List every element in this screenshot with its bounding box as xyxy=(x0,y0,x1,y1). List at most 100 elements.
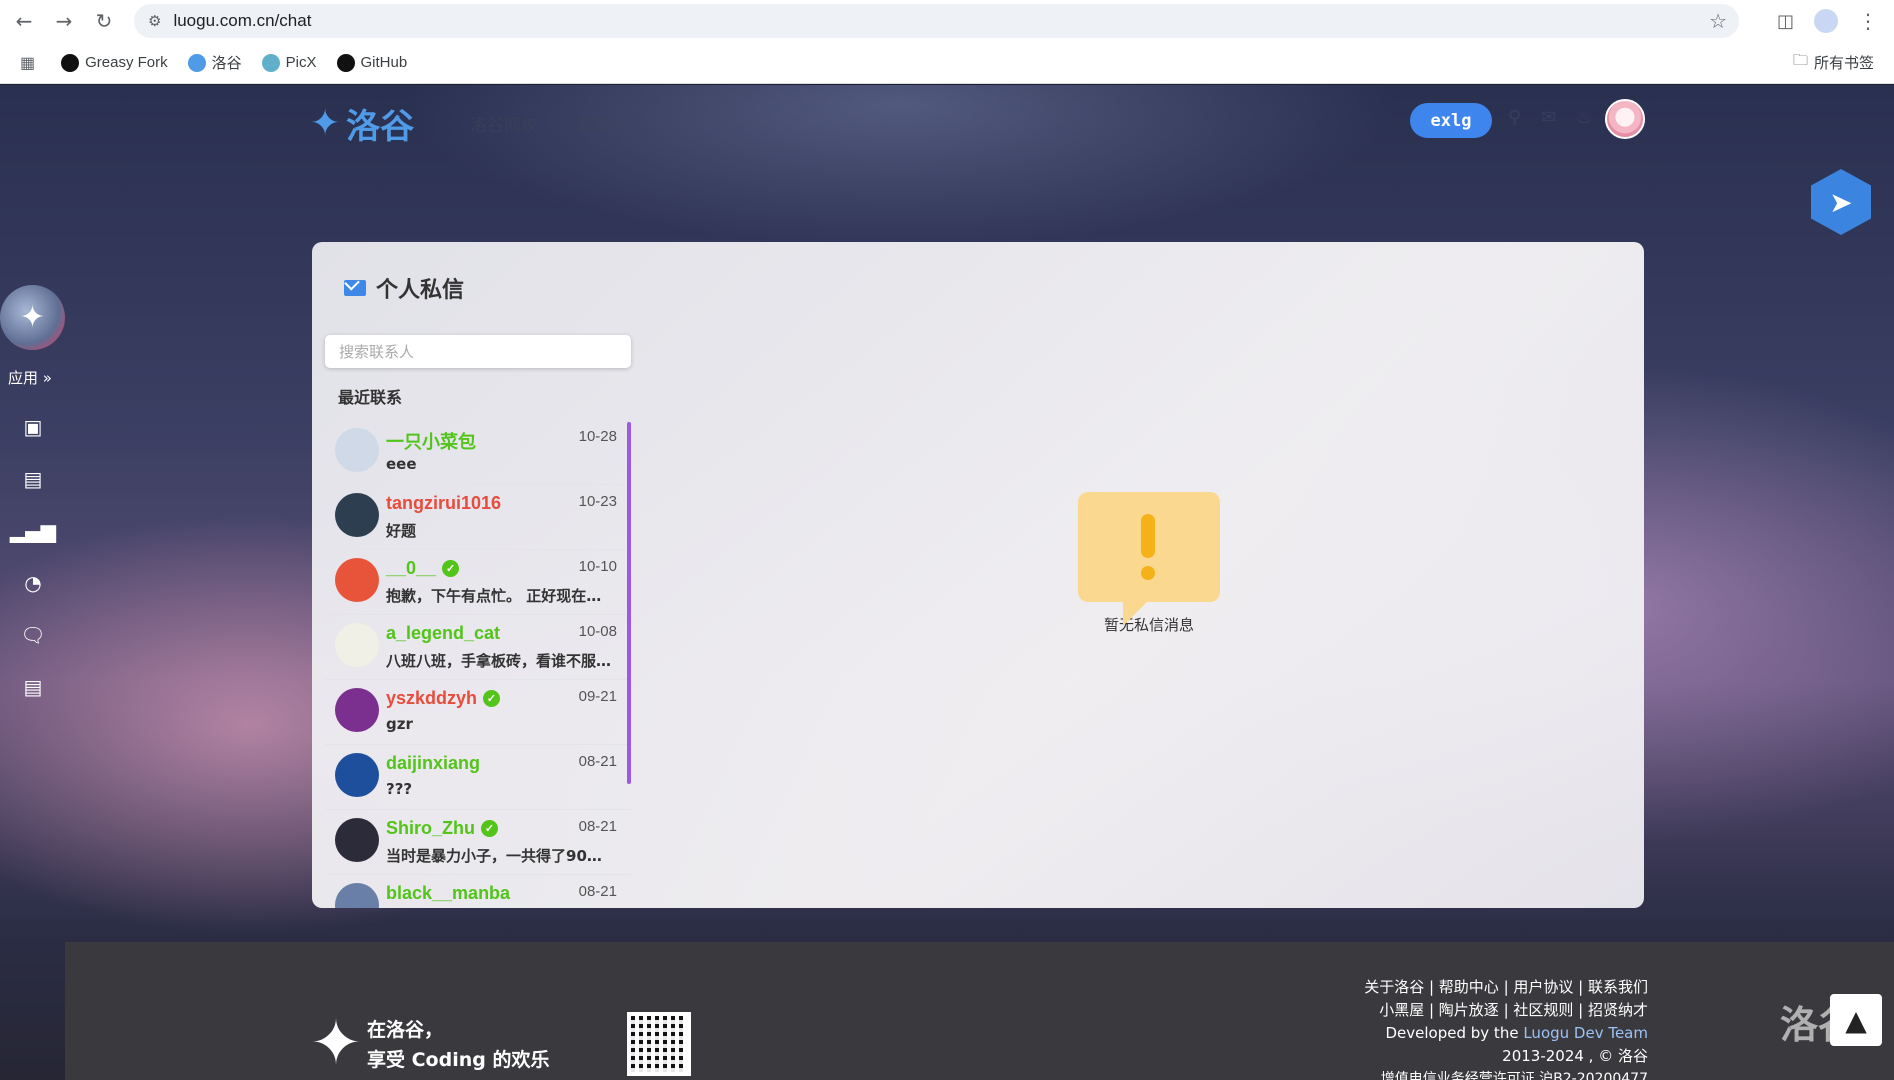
contact-item[interactable]: tangzirui1016 10-23 好题 xyxy=(325,485,631,550)
sidebar-logo[interactable]: ✦ xyxy=(0,285,65,350)
contact-name: 一只小菜包 xyxy=(386,432,476,452)
contact-avatar xyxy=(335,558,379,602)
bell-icon[interactable]: ♨ xyxy=(1576,107,1592,128)
folder-icon: 🗀 xyxy=(1792,52,1808,69)
contact-search-input[interactable] xyxy=(325,335,631,368)
contact-date: 08-21 xyxy=(578,753,617,770)
github-icon xyxy=(336,53,355,72)
bookmark-luogu[interactable]: 洛谷 xyxy=(187,52,242,73)
luogu-icon xyxy=(187,53,206,72)
sidebar-icons: ▣ ▤ ▂▄▆ ◔ 🗨 ▤ xyxy=(10,415,56,699)
newspaper-icon[interactable]: ▤ xyxy=(20,675,46,699)
contact-last-message: 当时是暴力小子，一共得了90分，我现在才学到 xyxy=(386,847,616,865)
contact-item[interactable]: Shiro_Zhu✓ 08-21 当时是暴力小子，一共得了90分，我现在才学到 xyxy=(325,810,631,875)
contact-name: Shiro_Zhu ✓ xyxy=(386,818,498,839)
contact-last-message: 抱歉，下午有点忙。 正好现在在机房。我已经调出来了，只需要增加一个数组判断是否遍… xyxy=(386,587,616,605)
contact-item[interactable]: __0__✓ 10-10 抱歉，下午有点忙。 正好现在在机房。我已经调出来了，只需要… xyxy=(325,550,631,615)
top-nav: ✦ 洛谷 洛谷网校 题目讨论 exlg ⚲ ✉ ♨ xyxy=(310,99,1645,147)
contact-date: 10-10 xyxy=(578,558,617,575)
search-icon[interactable]: ⚲ xyxy=(1508,107,1521,128)
back-to-top-button[interactable]: ▲ xyxy=(1830,994,1882,1046)
pie-chart-icon[interactable]: ◔ xyxy=(20,571,46,595)
recent-contacts-label: 最近联系 xyxy=(338,388,403,407)
nav-link-discuss[interactable]: 题目讨论 xyxy=(578,111,646,136)
nav-link-school[interactable]: 洛谷网校 xyxy=(470,111,538,136)
bookmark-github[interactable]: GitHub xyxy=(336,53,407,72)
user-avatar[interactable] xyxy=(1605,99,1645,139)
contact-date: 10-28 xyxy=(578,428,617,445)
extensions-icon[interactable]: ◫ xyxy=(1777,11,1794,32)
contact-avatar xyxy=(335,493,379,537)
back-icon[interactable]: ← xyxy=(8,5,40,37)
verified-check-icon: ✓ xyxy=(442,560,460,577)
contact-avatar xyxy=(335,753,379,797)
luogu-logo[interactable]: ✦ 洛谷 xyxy=(310,99,414,148)
mail-icon[interactable]: ✉ xyxy=(1541,107,1556,128)
contact-list[interactable]: 一只小菜包 10-28 eee tangzirui1016 10-23 好题 __0__ ✓ 1… xyxy=(325,420,631,908)
bookmark-picx[interactable]: PicX xyxy=(261,53,317,72)
footer-icp[interactable]: 增值电信业务经营许可证 沪B2-20200477 xyxy=(1364,1068,1648,1080)
contact-name: tangzirui1016 xyxy=(386,493,502,513)
contact-date: 08-21 xyxy=(578,883,617,900)
floating-bird-icon[interactable]: ➤ xyxy=(1811,169,1871,235)
bookmark-star-icon[interactable]: ☆ xyxy=(1709,9,1727,33)
greasy-fork-icon xyxy=(61,53,80,72)
envelope-icon xyxy=(344,280,366,296)
contact-avatar xyxy=(335,883,379,908)
luogu-logo-icon: ✦ xyxy=(310,103,341,144)
contact-item[interactable]: a_legend_cat 10-08 八班八班，手拿板砖，看谁不服，一板一砖 xyxy=(325,615,631,680)
sidebar-apps-toggle[interactable]: 应用 » xyxy=(8,367,52,388)
url-text[interactable]: luogu.com.cn/chat xyxy=(173,11,311,31)
footer-logo-icon: ✦ xyxy=(310,1006,362,1079)
contact-name: a_legend_cat xyxy=(386,623,501,643)
contact-item[interactable]: black__manba 08-21 xyxy=(325,875,631,908)
contact-item[interactable]: daijinxiang 08-21??? xyxy=(325,745,631,810)
contact-name: black__manba xyxy=(386,883,511,903)
profile-icon[interactable] xyxy=(1814,9,1838,33)
bookmark-greasy-fork[interactable]: Greasy Fork xyxy=(61,53,168,72)
footer-slogan: 在洛谷， 享受 Coding 的欢乐 xyxy=(367,1019,550,1071)
contact-date: 08-21 xyxy=(578,818,617,835)
warning-bubble-icon xyxy=(1078,492,1220,626)
contact-last-message: ??? xyxy=(386,780,413,798)
all-bookmarks[interactable]: 🗀 所有书签 xyxy=(1793,50,1874,75)
forward-icon[interactable]: → xyxy=(48,5,80,37)
contact-item[interactable]: 一只小菜包 10-28 eee xyxy=(325,420,631,485)
address-bar[interactable]: ⚙ luogu.com.cn/chat ☆ xyxy=(134,4,1739,38)
contact-avatar xyxy=(335,623,379,667)
contact-item[interactable]: yszkddzyh ✓ 09-21 gzr xyxy=(325,680,631,745)
apps-grid-icon[interactable]: ▦ xyxy=(20,53,35,73)
contact-list-scrollbar[interactable] xyxy=(627,422,631,784)
contact-avatar xyxy=(335,818,379,862)
contact-name: __0__ ✓ xyxy=(386,558,460,579)
contact-date: 09-21 xyxy=(578,688,617,705)
chat-card: 个人私信 最近联系 一只小菜包 10-28 eee tangzirui1016 10-2… xyxy=(312,242,1644,908)
footer-links-row1[interactable]: 关于洛谷 | 帮助中心 | 用户协议 | 联系我们 xyxy=(1364,976,1648,999)
contact-date: 10-08 xyxy=(578,623,617,640)
bookmarks-bar: ▦ Greasy Fork 洛谷 PicX GitHub 🗀 所有书签 xyxy=(0,42,1894,84)
site-settings-icon[interactable]: ⚙ xyxy=(148,12,161,30)
browser-toolbar: ← → ↻ ⚙ luogu.com.cn/chat ☆ ◫ ⋮ xyxy=(0,0,1894,42)
page-background: ✦ 洛谷 洛谷网校 题目讨论 exlg ⚲ ✉ ♨ ✦ 应用 » ▣ ▤ ▂▄▆… xyxy=(0,85,1894,1080)
picx-icon xyxy=(261,53,280,72)
verified-check-icon: ✓ xyxy=(483,690,501,707)
contact-last-message: 八班八班，手拿板砖，看谁不服，一板一砖 xyxy=(386,652,616,670)
menu-icon[interactable]: ⋮ xyxy=(1858,9,1878,33)
contact-last-message: 好题 xyxy=(386,522,417,540)
footer: ✦ 在洛谷， 享受 Coding 的欢乐 关于洛谷 | 帮助中心 | 用户协议 … xyxy=(65,942,1894,1080)
contact-last-message: gzr xyxy=(386,715,413,733)
book-icon[interactable]: ▣ xyxy=(20,415,46,439)
chart-bars-icon[interactable]: ▂▄▆ xyxy=(10,519,56,543)
comments-icon[interactable]: 🗨 xyxy=(20,623,46,647)
exlg-button[interactable]: exlg xyxy=(1410,103,1492,138)
reload-icon[interactable]: ↻ xyxy=(88,5,120,37)
clipboard-icon[interactable]: ▤ xyxy=(20,467,46,491)
chat-title: 个人私信 xyxy=(344,272,464,304)
dev-team-link[interactable]: Luogu Dev Team xyxy=(1523,1024,1648,1042)
contact-name: yszkddzyh ✓ xyxy=(386,688,501,709)
verified-check-icon: ✓ xyxy=(481,820,498,837)
footer-links-row2[interactable]: 小黑屋 | 陶片放逐 | 社区规则 | 招贤纳才 xyxy=(1364,999,1648,1022)
contact-avatar xyxy=(335,688,379,732)
contact-date: 10-23 xyxy=(578,493,617,510)
contact-name: daijinxiang xyxy=(386,753,481,773)
